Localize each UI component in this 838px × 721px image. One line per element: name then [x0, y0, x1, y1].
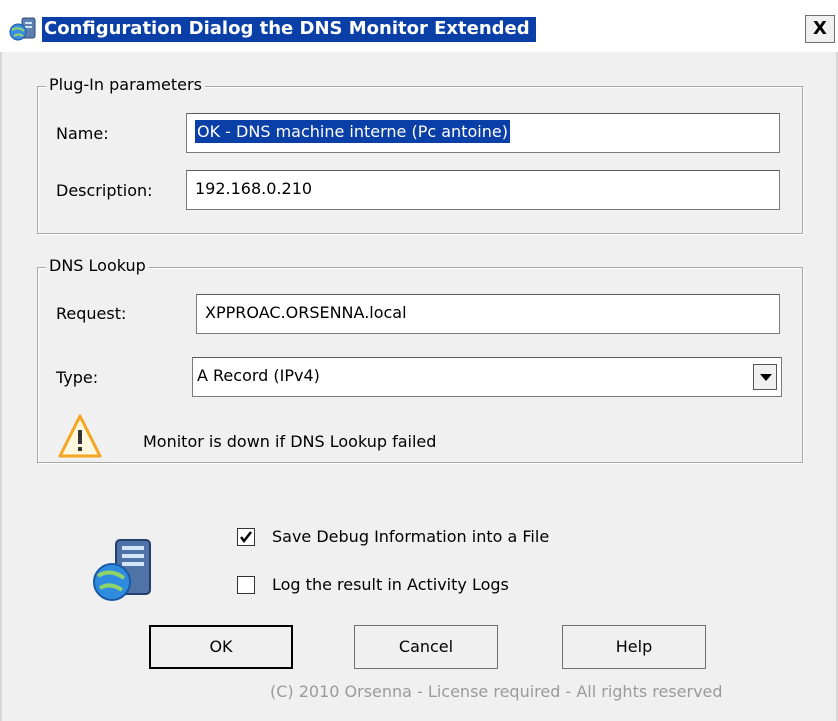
cancel-button[interactable]: Cancel — [354, 625, 498, 669]
server-globe-icon — [88, 534, 158, 604]
close-button[interactable]: X — [805, 15, 835, 43]
window-title: Configuration Dialog the DNS Monitor Ext… — [42, 17, 536, 42]
name-label: Name: — [56, 124, 109, 143]
debug-checkbox[interactable] — [237, 528, 255, 546]
type-select-value: A Record (IPv4) — [197, 366, 320, 385]
plugin-parameters-legend: Plug-In parameters — [46, 75, 205, 94]
description-label: Description: — [56, 181, 153, 200]
server-globe-icon — [8, 16, 38, 42]
request-label: Request: — [56, 304, 127, 323]
description-field[interactable]: 192.168.0.210 — [186, 170, 780, 210]
name-field[interactable]: OK - DNS machine interne (Pc antoine) — [186, 113, 780, 153]
ok-button[interactable]: OK — [149, 625, 293, 669]
debug-label[interactable]: Save Debug Information into a File — [272, 527, 549, 546]
name-value: OK - DNS machine interne (Pc antoine) — [194, 119, 511, 144]
log-label[interactable]: Log the result in Activity Logs — [272, 575, 509, 594]
copyright-footer: (C) 2010 Orsenna - License required - Al… — [270, 682, 723, 701]
plugin-parameters-group: Plug-In parameters — [37, 75, 803, 234]
request-field[interactable]: XPPROAC.ORSENNA.local — [196, 294, 780, 334]
type-select[interactable]: A Record (IPv4) — [192, 357, 782, 397]
chevron-down-icon[interactable] — [753, 364, 777, 390]
help-button[interactable]: Help — [562, 625, 706, 669]
dns-lookup-legend: DNS Lookup — [46, 256, 149, 275]
type-label: Type: — [56, 368, 99, 387]
title-bar: Configuration Dialog the DNS Monitor Ext… — [0, 0, 838, 52]
warning-icon — [58, 414, 102, 460]
log-checkbox[interactable] — [237, 576, 255, 594]
warning-text: Monitor is down if DNS Lookup failed — [143, 432, 437, 451]
